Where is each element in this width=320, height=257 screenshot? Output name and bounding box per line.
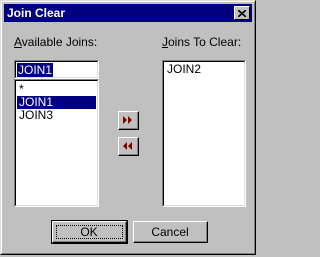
available-join-input-value: JOIN1 <box>17 63 54 77</box>
available-joins-label-rest: vailable Joins: <box>21 35 98 49</box>
double-chevron-left-icon <box>123 142 132 150</box>
add-to-clear-button[interactable] <box>118 111 139 130</box>
available-join-input[interactable]: JOIN1 <box>14 60 99 79</box>
ok-button-focus-rect <box>56 225 123 239</box>
joins-to-clear-label-rest: oins To Clear: <box>168 35 242 49</box>
remove-from-clear-button-face <box>119 138 138 155</box>
cancel-button[interactable]: Cancel <box>133 221 208 243</box>
title-bar[interactable]: Join Clear <box>4 4 252 22</box>
to-clear-list-item[interactable]: JOIN2 <box>165 63 243 76</box>
double-chevron-right-icon <box>123 116 132 124</box>
joins-to-clear-list-frame <box>163 61 245 206</box>
close-button[interactable] <box>234 6 250 20</box>
add-to-clear-button-face <box>119 112 138 129</box>
available-joins-list[interactable]: * JOIN1 JOIN3 <box>14 79 99 207</box>
remove-from-clear-button[interactable] <box>118 137 139 156</box>
available-joins-label-mnemonic: A <box>14 35 22 49</box>
available-list-item[interactable]: JOIN3 <box>17 109 96 122</box>
join-clear-dialog: Join Clear Available Joins: Joins To Cle… <box>0 0 256 255</box>
cancel-button-face: Cancel <box>134 222 207 242</box>
cancel-button-label: Cancel <box>151 224 189 239</box>
ok-button[interactable]: OK <box>51 220 128 244</box>
joins-to-clear-label: Joins To Clear: <box>162 35 241 49</box>
close-icon <box>238 9 246 17</box>
dialog-title: Join Clear <box>7 6 66 20</box>
joins-to-clear-list[interactable]: JOIN2 <box>162 60 246 207</box>
available-joins-label: Available Joins: <box>14 35 97 49</box>
